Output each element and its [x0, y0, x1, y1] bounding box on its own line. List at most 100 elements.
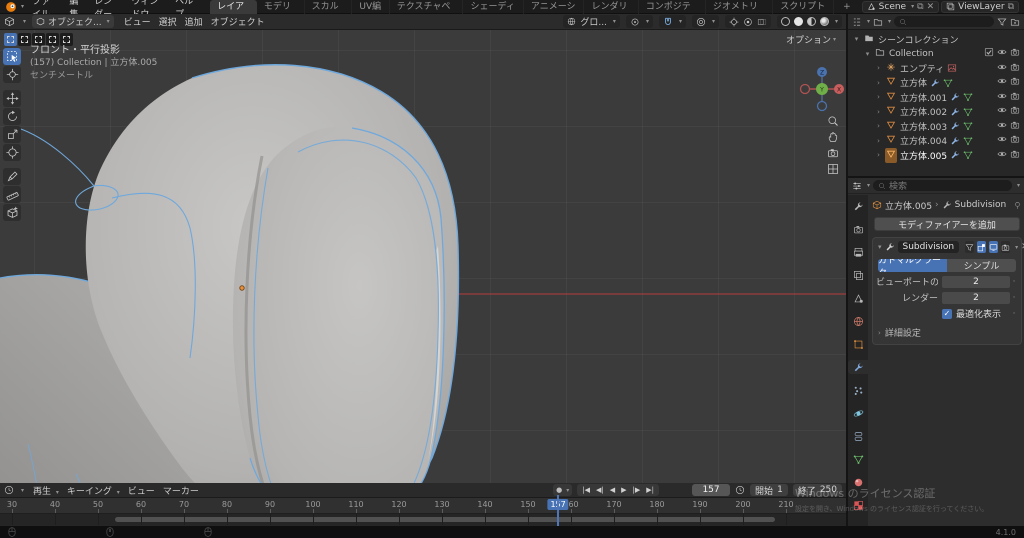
workspace-tab-アニメーション[interactable]: アニメーション: [524, 0, 585, 14]
outliner-editor-dropdown-arrow-icon[interactable]: ▾: [867, 18, 870, 25]
viewport-menu-ビュー[interactable]: ビュー: [120, 15, 155, 28]
shading-dropdown-arrow-icon[interactable]: ▾: [835, 18, 838, 25]
tool-move[interactable]: [3, 90, 21, 107]
properties-tab-texture[interactable]: [848, 498, 868, 512]
snap-toggle[interactable]: ▾: [659, 15, 686, 28]
modifier-expand-arrow-icon[interactable]: ▾: [878, 243, 882, 251]
show-gizmo-toggle-icon[interactable]: [729, 17, 739, 27]
workspace-tab-スカルプト[interactable]: スカルプト: [305, 0, 353, 14]
modifier-cage-toggle[interactable]: [965, 241, 974, 253]
jump-to-start-button[interactable]: |◀: [580, 486, 592, 494]
workspace-tab-レンダリング[interactable]: レンダリング: [584, 0, 638, 14]
properties-tab-world[interactable]: [848, 314, 868, 328]
logo-dropdown-arrow-icon[interactable]: ▾: [21, 3, 24, 10]
camera-toggle-icon[interactable]: [1010, 149, 1020, 162]
select-intersect-button[interactable]: [60, 33, 73, 46]
mode-selector[interactable]: オブジェク... ▾: [32, 15, 114, 28]
viewport-menu-追加[interactable]: 追加: [181, 15, 207, 28]
breadcrumb-modifier[interactable]: Subdivision: [955, 200, 1007, 210]
properties-tab-object-data[interactable]: [848, 452, 868, 466]
chevron-down-icon[interactable]: ▾: [864, 50, 871, 58]
properties-search-input[interactable]: 検索: [873, 180, 1012, 191]
timeline-scrollbar[interactable]: [115, 517, 775, 522]
eye-toggle-icon[interactable]: [997, 134, 1007, 147]
modifier-editmode-toggle[interactable]: [977, 241, 986, 253]
properties-tab-object[interactable]: [848, 337, 868, 351]
eye-toggle-icon[interactable]: [997, 62, 1007, 75]
clock-icon[interactable]: [735, 485, 745, 495]
outliner-row-立方体.005[interactable]: ›立方体.005: [848, 148, 1024, 163]
field-value-レンダー[interactable]: 2: [942, 292, 1010, 304]
current-frame-field[interactable]: 157: [692, 484, 730, 496]
chevron-right-icon[interactable]: ›: [875, 151, 882, 159]
outliner-row-立方体[interactable]: ›立方体: [848, 76, 1024, 91]
modifier-render-toggle[interactable]: [1001, 241, 1010, 253]
eye-toggle-icon[interactable]: [997, 47, 1007, 60]
properties-tab-render[interactable]: [848, 222, 868, 236]
frame-start-field[interactable]: 開始 1: [750, 484, 788, 496]
eye-toggle-icon[interactable]: [997, 91, 1007, 104]
add-modifier-button[interactable]: モディファイアーを追加: [874, 217, 1020, 231]
advanced-settings-row[interactable]: › 詳細設定: [876, 326, 1018, 339]
eye-toggle-icon[interactable]: [997, 76, 1007, 89]
subdivision-type-カトマルクラーク[interactable]: カトマルクラーク: [878, 259, 947, 272]
chevron-right-icon[interactable]: ›: [875, 108, 882, 116]
chevron-right-icon[interactable]: ›: [875, 93, 882, 101]
nav-grid-button[interactable]: [827, 163, 839, 175]
nav-camera-button[interactable]: [827, 147, 839, 159]
modifier-realtime-toggle[interactable]: [989, 241, 998, 253]
outliner-row-Collection[interactable]: ▾Collection: [848, 47, 1024, 62]
select-set-button[interactable]: [4, 33, 17, 46]
shading-solid-icon[interactable]: [794, 17, 803, 26]
proportional-editing-toggle[interactable]: ▾: [692, 15, 719, 28]
camera-toggle-icon[interactable]: [1010, 76, 1020, 89]
tool-add-cube[interactable]: [3, 204, 21, 221]
select-invert-button[interactable]: [46, 33, 59, 46]
checkbox-toggle-icon[interactable]: [984, 47, 994, 60]
timeline-menu-ビュー[interactable]: ビュー: [124, 484, 159, 497]
camera-toggle-icon[interactable]: [1010, 105, 1020, 118]
properties-tab-particles[interactable]: [848, 383, 868, 397]
timeline-menu-マーカー[interactable]: マーカー: [159, 484, 203, 497]
jump-to-end-button[interactable]: ▶|: [644, 486, 656, 494]
tool-transform[interactable]: [3, 144, 21, 161]
outliner-display-dropdown-arrow-icon[interactable]: ▾: [888, 18, 891, 25]
xray-toggle-icon[interactable]: [757, 17, 767, 27]
timeline-ruler[interactable]: 3040506070809010011012013014015016017018…: [0, 498, 846, 514]
play-button[interactable]: ▶: [619, 486, 628, 494]
field-value-ビューポートの...[interactable]: 2: [942, 276, 1010, 288]
auto-keying-button[interactable]: ● ▾: [553, 484, 572, 496]
outliner-row-エンプティ[interactable]: ›エンプティ: [848, 61, 1024, 76]
properties-editor-dropdown-arrow-icon[interactable]: ▾: [867, 182, 870, 189]
show-overlays-toggle-icon[interactable]: [743, 17, 753, 27]
timeline-menu-再生[interactable]: 再生 ▾: [29, 484, 63, 497]
shading-wireframe-icon[interactable]: [781, 17, 790, 26]
editor-type-properties-icon[interactable]: [852, 181, 862, 191]
workspace-tab-テクスチャペイント[interactable]: テクスチャペイント: [390, 0, 464, 14]
tool-scale[interactable]: [3, 126, 21, 143]
viewport-menu-選択[interactable]: 選択: [155, 15, 181, 28]
outliner-row-立方体.002[interactable]: ›立方体.002: [848, 105, 1024, 120]
camera-toggle-icon[interactable]: [1010, 62, 1020, 75]
options-dropdown[interactable]: オプション ▾: [786, 33, 836, 46]
properties-tab-tool[interactable]: [848, 199, 868, 213]
outliner-search-input[interactable]: [894, 16, 994, 27]
gizmo-z-neg-axis[interactable]: [818, 102, 827, 111]
camera-toggle-icon[interactable]: [1010, 47, 1020, 60]
prev-keyframe-button[interactable]: ◀|: [594, 486, 606, 494]
timeline-tracks[interactable]: [0, 514, 846, 525]
timeline-editor-dropdown-arrow-icon[interactable]: ▾: [21, 487, 24, 494]
properties-options-arrow-icon[interactable]: ▾: [1017, 182, 1020, 189]
workspace-tab-レイアウト[interactable]: レイアウト: [210, 0, 257, 14]
modifier-name-field[interactable]: Subdivision: [898, 241, 960, 253]
new-collection-icon[interactable]: [1010, 17, 1020, 27]
camera-toggle-icon[interactable]: [1010, 120, 1020, 133]
select-subtract-button[interactable]: [32, 33, 45, 46]
workspace-tab-コンポジティング[interactable]: コンポジティング: [639, 0, 706, 14]
editor-type-dropdown-arrow-icon[interactable]: ▾: [23, 18, 26, 25]
animate-dot-icon[interactable]: ·: [1010, 277, 1018, 287]
properties-tab-view-layer[interactable]: [848, 268, 868, 282]
shading-material-icon[interactable]: [807, 17, 816, 26]
properties-tab-constraints[interactable]: [848, 429, 868, 443]
chevron-right-icon[interactable]: ›: [875, 122, 882, 130]
